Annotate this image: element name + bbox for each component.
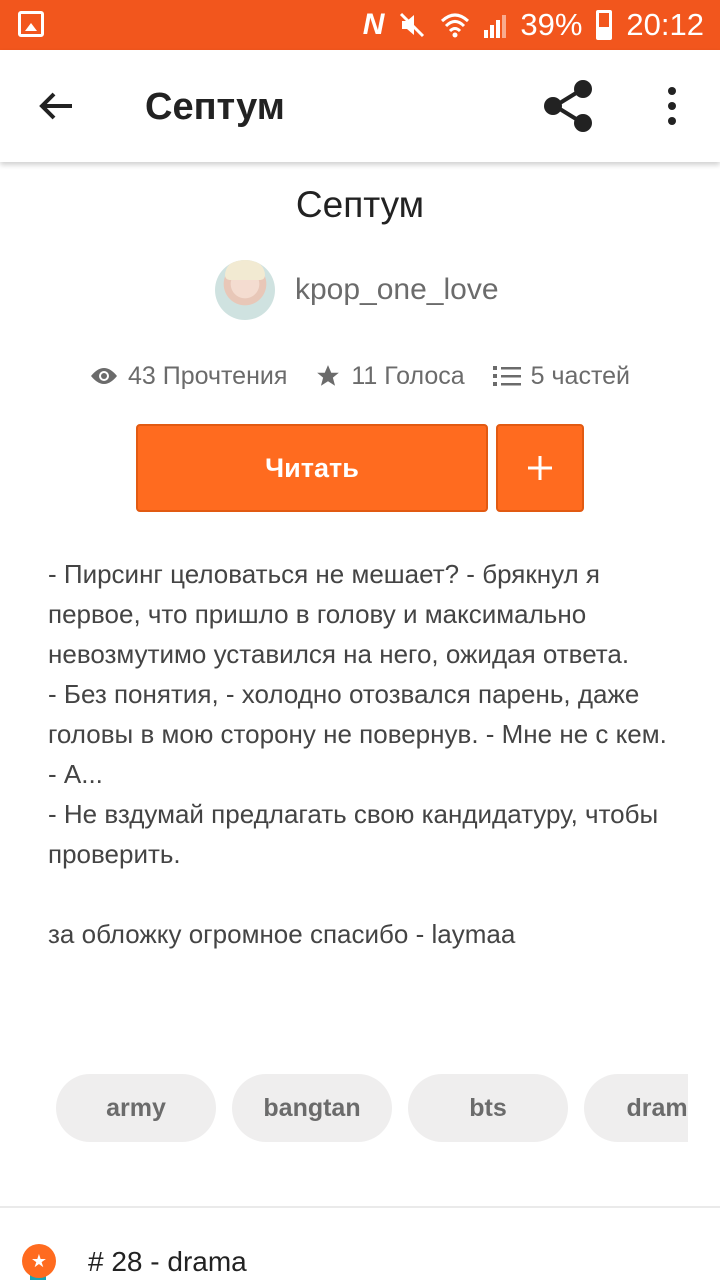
list-icon (492, 366, 521, 386)
more-options-button[interactable] (650, 78, 694, 134)
ranking-badge-icon: ★ (22, 1244, 56, 1278)
ranking-text: # 28 - drama (88, 1246, 247, 1277)
reads-count: 43 Прочтения (127, 361, 288, 390)
story-title: Септум (295, 184, 425, 225)
avatar[interactable] (215, 260, 275, 320)
parts-count: 5 частей (530, 361, 630, 390)
share-button[interactable] (538, 78, 598, 134)
tag-chip[interactable]: bangtan (232, 1074, 392, 1142)
story-stats: 43 Прочтения 11 Голоса 5 частей (0, 356, 720, 396)
back-button[interactable] (30, 80, 82, 132)
app-bar: Септум (0, 50, 720, 162)
ranking-row[interactable]: ★ # 28 - drama (0, 1238, 720, 1280)
tag-list: army bangtan bts drama (56, 1074, 688, 1142)
wifi-icon (441, 13, 470, 38)
divider (0, 1206, 720, 1208)
battery-icon (596, 10, 613, 40)
reads-stat: 43 Прочтения (90, 362, 287, 391)
add-to-library-button[interactable] (496, 424, 584, 512)
story-description: - Пирсинг целоваться не мешает? - брякну… (48, 559, 667, 949)
author-link[interactable]: kpop_one_love (215, 260, 499, 320)
tag-chip[interactable]: bts (408, 1074, 568, 1142)
tag-chip[interactable]: army (56, 1074, 216, 1142)
clock: 20:12 (626, 7, 704, 42)
plus-icon (528, 456, 552, 480)
share-icon (544, 80, 592, 132)
more-vertical-icon (668, 87, 676, 95)
votes-count: 11 Голоса (351, 361, 465, 390)
read-button[interactable]: Читать (136, 424, 488, 512)
author-name[interactable]: kpop_one_love (295, 273, 499, 307)
battery-percent: 39% (520, 7, 583, 42)
signal-icon (484, 12, 507, 38)
gallery-notification-icon (18, 11, 44, 37)
star-icon (317, 365, 340, 386)
tag-chip[interactable]: drama (584, 1074, 688, 1142)
page-title: Септум (145, 86, 285, 128)
arrow-back-icon (39, 92, 72, 120)
mute-icon (400, 12, 425, 38)
eye-icon (90, 368, 117, 384)
status-icons: N 39% 20:12 (363, 0, 704, 50)
nfc-icon: N (362, 8, 385, 41)
votes-stat: 11 Голоса (315, 361, 465, 391)
status-bar: N 39% 20:12 (0, 0, 720, 50)
parts-stat: 5 частей (492, 361, 630, 391)
